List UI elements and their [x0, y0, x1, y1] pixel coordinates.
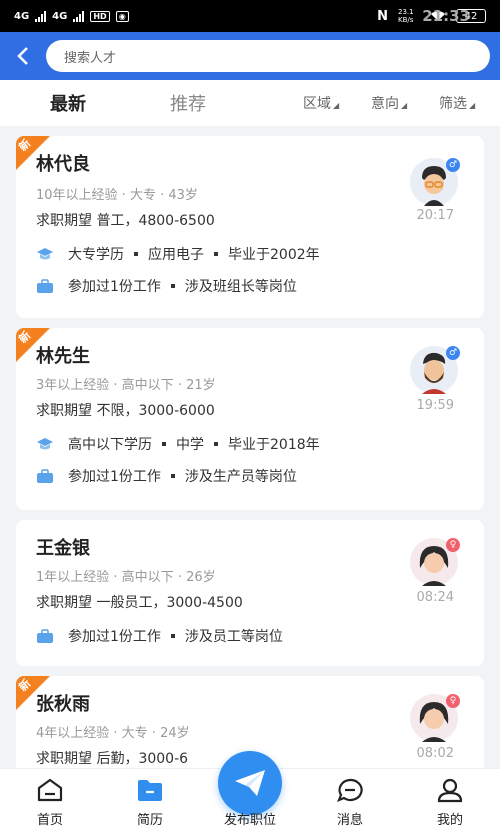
tab-latest[interactable]: 最新: [50, 90, 86, 116]
candidate-card[interactable]: 新 林代良 10年以上经验 · 大专 · 43岁 求职期望 普工，4800-65…: [16, 136, 484, 318]
candidate-meta: 10年以上经验 · 大专 · 43岁: [36, 188, 198, 203]
message-icon: [337, 778, 363, 802]
job-expectation: 求职期望 后勤，3000-6: [36, 751, 189, 767]
status-bar: 4G 4G HD 21:33 ◉ N 23.1 KB/s 42: [0, 0, 500, 32]
nfc-icon: N: [377, 8, 388, 24]
filter-screen[interactable]: 筛选 ◢: [439, 93, 475, 113]
home-icon: [37, 778, 63, 802]
signal-icon: [73, 10, 85, 22]
tab-bar: 最新 推荐 区域 ◢ 意向 ◢ 筛选 ◢: [0, 80, 500, 126]
avatar: ♀: [410, 538, 460, 586]
dropdown-triangle-icon: ◢: [401, 101, 408, 110]
candidate-name: 张秋雨: [36, 694, 90, 715]
post-job-label[interactable]: 发布职位: [210, 809, 290, 828]
network-speed: 23.1 KB/s: [398, 8, 414, 24]
female-icon: ♀: [446, 694, 460, 708]
chevron-left-icon: [17, 47, 28, 65]
candidate-card[interactable]: 王金银 1年以上经验 · 高中以下 · 26岁 求职期望 一般员工，3000-4…: [16, 520, 484, 666]
post-time: 19:59: [416, 398, 454, 413]
notification-icon: ◉: [115, 10, 129, 22]
avatar: ♂: [410, 158, 460, 206]
job-expectation: 求职期望 普工，4800-6500: [36, 213, 215, 229]
female-icon: ♀: [446, 538, 460, 552]
job-expectation: 求职期望 一般员工，3000-4500: [36, 595, 243, 611]
signal-icon: [35, 10, 47, 22]
back-button[interactable]: [8, 41, 38, 71]
nav-messages[interactable]: 消息: [320, 777, 380, 828]
avatar: ♀: [410, 694, 460, 742]
candidate-name: 王金银: [36, 538, 90, 559]
network-indicator-1: 4G: [14, 10, 30, 22]
search-placeholder: 搜索人才: [64, 50, 117, 66]
user-icon: [437, 778, 463, 803]
graduation-cap-icon: [36, 246, 54, 262]
work-line: 参加过1份工作 涉及生产员等岗位: [36, 466, 297, 486]
nav-profile[interactable]: 我的: [420, 777, 480, 828]
education-line: 高中以下学历 中学 毕业于2018年: [36, 434, 320, 454]
briefcase-icon: [36, 628, 54, 644]
candidate-name: 林先生: [36, 346, 90, 367]
search-input[interactable]: 搜索人才: [46, 40, 490, 72]
bottom-nav: 首页 简历 发布职位 消息 我的: [0, 751, 500, 838]
post-job-button[interactable]: [218, 751, 282, 815]
avatar: ♂: [410, 346, 460, 394]
hd-badge: HD: [90, 10, 110, 22]
resume-folder-icon: [138, 780, 162, 801]
job-expectation: 求职期望 不限，3000-6000: [36, 403, 215, 419]
search-header: 搜索人才: [0, 32, 500, 80]
nav-resume[interactable]: 简历: [120, 777, 180, 828]
post-time: 20:17: [416, 208, 454, 223]
graduation-cap-icon: [36, 436, 54, 452]
male-icon: ♂: [446, 346, 460, 360]
dropdown-triangle-icon: ◢: [333, 101, 340, 110]
education-line: 大专学历 应用电子 毕业于2002年: [36, 244, 320, 264]
briefcase-icon: [36, 468, 54, 484]
candidate-meta: 3年以上经验 · 高中以下 · 21岁: [36, 378, 216, 393]
male-icon: ♂: [446, 158, 460, 172]
network-indicator-2: 4G: [52, 10, 68, 22]
candidate-list: 新 林代良 10年以上经验 · 大专 · 43岁 求职期望 普工，4800-65…: [0, 126, 500, 768]
work-line: 参加过1份工作 涉及员工等岗位: [36, 626, 283, 646]
post-time: 08:24: [416, 590, 454, 605]
candidate-name: 林代良: [36, 154, 90, 175]
tab-recommended[interactable]: 推荐: [170, 90, 206, 116]
filter-intention[interactable]: 意向 ◢: [371, 93, 407, 113]
filter-region[interactable]: 区域 ◢: [303, 93, 339, 113]
paper-plane-icon: [235, 770, 265, 796]
nav-home[interactable]: 首页: [20, 777, 80, 828]
clock: 21:33: [422, 7, 470, 25]
work-line: 参加过1份工作 涉及班组长等岗位: [36, 276, 297, 296]
candidate-meta: 4年以上经验 · 大专 · 24岁: [36, 726, 190, 741]
post-time: 08:02: [416, 746, 454, 761]
candidate-meta: 1年以上经验 · 高中以下 · 26岁: [36, 570, 216, 585]
dropdown-triangle-icon: ◢: [469, 101, 476, 110]
candidate-card[interactable]: 新 林先生 3年以上经验 · 高中以下 · 21岁 求职期望 不限，3000-6…: [16, 328, 484, 510]
briefcase-icon: [36, 278, 54, 294]
